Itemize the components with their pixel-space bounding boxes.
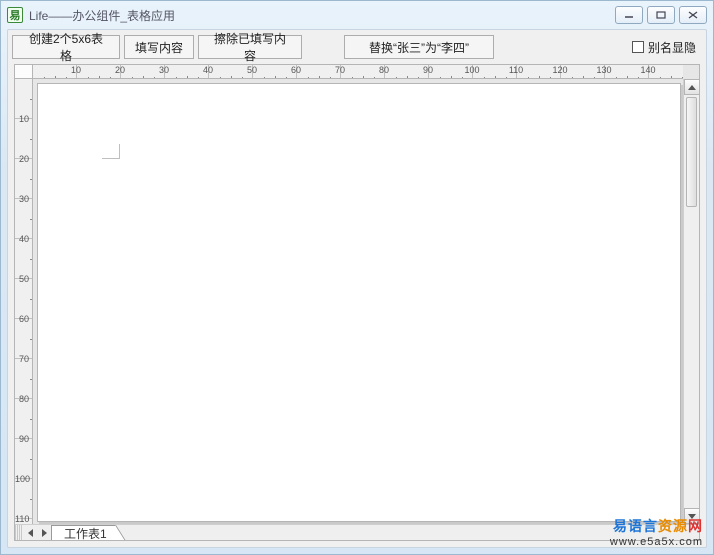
vruler-tick: 10 bbox=[15, 79, 33, 119]
chevron-up-icon bbox=[688, 85, 696, 90]
tabbar-grip[interactable] bbox=[15, 525, 23, 541]
tab-nav-prev[interactable] bbox=[23, 525, 37, 541]
hruler-tick: 90 bbox=[385, 65, 429, 79]
chevron-right-icon bbox=[42, 529, 47, 537]
hruler-tick: 10 bbox=[33, 65, 77, 79]
vruler-tick: 90 bbox=[15, 399, 33, 439]
window-controls bbox=[615, 6, 707, 24]
hruler-tick: 70 bbox=[297, 65, 341, 79]
minimize-button[interactable] bbox=[615, 6, 643, 24]
window-root: 易 Life——办公组件_表格应用 创建2个5x6表格 填写内容 擦除已填写内容… bbox=[0, 0, 714, 555]
replace-name-button[interactable]: 替换“张三”为“李四” bbox=[344, 35, 494, 59]
vruler-tick: 30 bbox=[15, 159, 33, 199]
page-viewport bbox=[33, 79, 683, 524]
vruler-tick: 110 bbox=[15, 479, 33, 519]
sheet-tab-label: 工作表1 bbox=[64, 525, 107, 542]
fill-content-button[interactable]: 填写内容 bbox=[124, 35, 194, 59]
hruler-tick: 50 bbox=[209, 65, 253, 79]
vertical-ruler: 102030405060708090100110 bbox=[15, 79, 33, 524]
page-canvas[interactable] bbox=[37, 83, 681, 522]
vruler-tick: 100 bbox=[15, 439, 33, 479]
vruler-tick: 50 bbox=[15, 239, 33, 279]
window-title: Life——办公组件_表格应用 bbox=[29, 7, 175, 24]
vertical-scroll-thumb[interactable] bbox=[686, 97, 697, 207]
create-tables-button[interactable]: 创建2个5x6表格 bbox=[12, 35, 120, 59]
client-area: 创建2个5x6表格 填写内容 擦除已填写内容 替换“张三”为“李四” 别名显隐 … bbox=[7, 29, 707, 548]
checkbox-icon bbox=[632, 41, 644, 53]
horizontal-ruler: 102030405060708090100110120130140150160 bbox=[33, 65, 683, 79]
hruler-tick: 80 bbox=[341, 65, 385, 79]
scroll-down-button[interactable] bbox=[684, 508, 700, 524]
hruler-tick: 110 bbox=[473, 65, 517, 79]
titlebar: 易 Life——办公组件_表格应用 bbox=[1, 1, 713, 29]
vruler-tick: 40 bbox=[15, 199, 33, 239]
tab-nav-next[interactable] bbox=[37, 525, 51, 541]
vruler-tick: 70 bbox=[15, 319, 33, 359]
alias-toggle[interactable]: 别名显隐 bbox=[632, 39, 702, 56]
app-icon: 易 bbox=[7, 7, 23, 23]
workbook: 102030405060708090100110120130140150160 … bbox=[14, 64, 700, 541]
hruler-tick: 100 bbox=[429, 65, 473, 79]
hruler-tick: 120 bbox=[517, 65, 561, 79]
vruler-tick: 20 bbox=[15, 119, 33, 159]
hruler-tick: 20 bbox=[77, 65, 121, 79]
close-button[interactable] bbox=[679, 6, 707, 24]
hruler-tick: 40 bbox=[165, 65, 209, 79]
hruler-tick: 130 bbox=[561, 65, 605, 79]
hruler-tick: 150 bbox=[649, 65, 683, 79]
cursor-caret bbox=[102, 144, 120, 159]
sheet-tab-bar: 工作表1 bbox=[15, 524, 699, 540]
hruler-tick: 140 bbox=[605, 65, 649, 79]
clear-content-button[interactable]: 擦除已填写内容 bbox=[198, 35, 302, 59]
hruler-tick: 30 bbox=[121, 65, 165, 79]
vertical-scrollbar bbox=[683, 79, 699, 524]
chevron-down-icon bbox=[688, 514, 696, 519]
chevron-left-icon bbox=[28, 529, 33, 537]
toolbar: 创建2个5x6表格 填写内容 擦除已填写内容 替换“张三”为“李四” 别名显隐 bbox=[8, 30, 706, 64]
maximize-button[interactable] bbox=[647, 6, 675, 24]
hruler-tick: 60 bbox=[253, 65, 297, 79]
vruler-tick: 60 bbox=[15, 279, 33, 319]
vruler-tick-label: 110 bbox=[15, 514, 29, 524]
sheet-tab-active[interactable]: 工作表1 bbox=[51, 525, 116, 541]
scroll-up-button[interactable] bbox=[684, 79, 700, 95]
alias-toggle-label: 别名显隐 bbox=[648, 39, 696, 56]
vruler-tick: 80 bbox=[15, 359, 33, 399]
select-all-corner[interactable] bbox=[15, 65, 33, 79]
